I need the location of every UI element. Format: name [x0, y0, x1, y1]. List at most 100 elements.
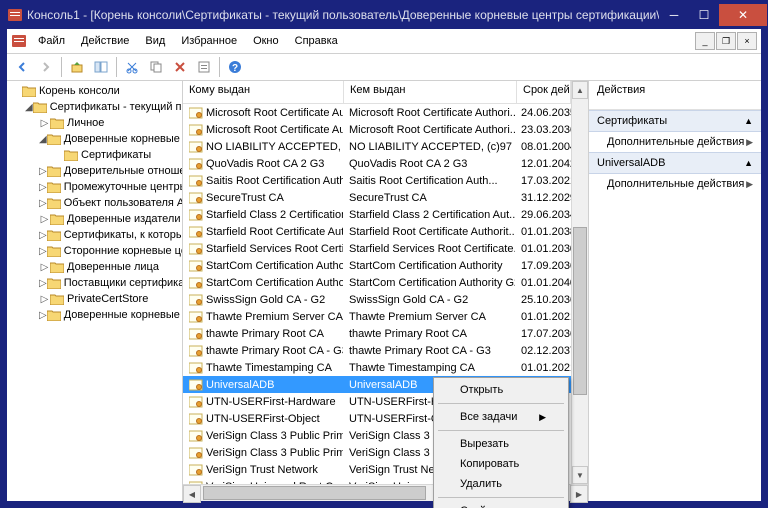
folder-icon — [47, 198, 61, 209]
scroll-right-button[interactable]: ▶ — [570, 485, 588, 503]
table-row[interactable]: Thawte Premium Server CAThawte Premium S… — [183, 308, 571, 325]
tree-item[interactable]: ▷Сторонние корневые цен — [7, 243, 182, 259]
cm-open[interactable]: Открыть — [436, 380, 566, 400]
tree-twisty[interactable]: ▷ — [39, 214, 50, 225]
table-row[interactable]: StartCom Certification Authorit...StartC… — [183, 274, 571, 291]
table-row[interactable]: Saitis Root Certification Auth...Saitis … — [183, 172, 571, 189]
cell-issued-by: thawte Primary Root CA — [343, 328, 515, 340]
tree-twisty[interactable]: ▷ — [39, 182, 47, 193]
minimize-button[interactable]: ─ — [659, 4, 689, 26]
forward-button[interactable] — [35, 56, 57, 78]
tree-item[interactable]: ◢Сертификаты - текущий пол — [7, 99, 182, 115]
menu-help[interactable]: Справка — [288, 33, 345, 49]
scroll-up-button[interactable]: ▲ — [572, 81, 588, 99]
tree-item[interactable]: ▷Доверительные отношени — [7, 163, 182, 179]
table-row[interactable]: NO LIABILITY ACCEPTED, (c)97 ...NO LIABI… — [183, 138, 571, 155]
scroll-thumb[interactable] — [573, 227, 587, 394]
tree-item[interactable]: ▷Поставщики сертификато — [7, 275, 182, 291]
show-hide-tree-button[interactable] — [90, 56, 112, 78]
tree-item[interactable]: ▷PrivateCertStore — [7, 291, 182, 307]
maximize-button[interactable]: ☐ — [689, 4, 719, 26]
mdi-close[interactable]: × — [737, 32, 757, 50]
tree-item[interactable]: ▷ Промежуточные центры — [7, 179, 182, 195]
cut-button[interactable] — [121, 56, 143, 78]
col-issued-by[interactable]: Кем выдан — [344, 81, 517, 103]
actions-more-2[interactable]: Дополнительные действия▶ — [589, 174, 761, 194]
col-expiry[interactable]: Срок действи — [517, 81, 571, 103]
tree-item[interactable]: ▷Доверенные издатели — [7, 211, 182, 227]
cm-copy[interactable]: Копировать — [436, 454, 566, 474]
tree-item[interactable]: ◢Доверенные корневые це — [7, 131, 182, 147]
app-icon — [7, 7, 23, 23]
table-row[interactable]: Microsoft Root Certificate Auth...Micros… — [183, 104, 571, 121]
tree-item[interactable]: ▷Личное — [7, 115, 182, 131]
table-row[interactable]: Starfield Services Root Certific...Starf… — [183, 240, 571, 257]
tree-twisty[interactable]: ▷ — [39, 118, 50, 129]
table-row[interactable]: Starfield Class 2 Certification A...Star… — [183, 206, 571, 223]
cell-issued-to: SecureTrust CA — [206, 192, 284, 204]
actions-section-certificates[interactable]: Сертификаты▲ — [589, 110, 761, 132]
cell-issued-by: SwissSign Gold CA - G2 — [343, 294, 515, 306]
table-row[interactable]: Thawte Timestamping CAThawte Timestampin… — [183, 359, 571, 376]
menu-favorites[interactable]: Избранное — [174, 33, 244, 49]
folder-icon — [64, 150, 78, 161]
table-row[interactable]: thawte Primary Root CAthawte Primary Roo… — [183, 325, 571, 342]
tree-twisty[interactable]: ▷ — [39, 294, 50, 305]
cell-issued-to: thawte Primary Root CA - G3 — [206, 345, 343, 357]
tree-twisty[interactable]: ▷ — [39, 262, 50, 273]
tree-twisty[interactable]: ▷ — [39, 278, 47, 289]
table-row[interactable]: StartCom Certification AuthorityStartCom… — [183, 257, 571, 274]
tree-root[interactable]: Корень консоли — [7, 83, 182, 99]
mdi-restore[interactable]: ❐ — [716, 32, 736, 50]
up-button[interactable] — [66, 56, 88, 78]
hscroll-thumb[interactable] — [203, 486, 426, 500]
cm-delete[interactable]: Удалить — [436, 474, 566, 494]
tree-twisty[interactable]: ▷ — [39, 230, 47, 241]
table-row[interactable]: Starfield Root Certificate Auth...Starfi… — [183, 223, 571, 240]
cell-issued-to: Saitis Root Certification Auth... — [206, 175, 343, 187]
close-button[interactable]: ✕ — [719, 4, 767, 26]
tree-item[interactable]: Сертификаты — [7, 147, 182, 163]
mdi-minimize[interactable]: _ — [695, 32, 715, 50]
tree-twisty[interactable]: ▷ — [39, 246, 47, 257]
back-button[interactable] — [11, 56, 33, 78]
toolbar: ? — [7, 54, 761, 81]
cm-cut[interactable]: Вырезать — [436, 434, 566, 454]
tree-item[interactable]: ▷Доверенные корневые се — [7, 307, 182, 323]
cell-issued-to: VeriSign Trust Network — [206, 464, 318, 476]
help-button[interactable]: ? — [224, 56, 246, 78]
menu-window[interactable]: Окно — [246, 33, 286, 49]
table-row[interactable]: Microsoft Root Certificate Auth...Micros… — [183, 121, 571, 138]
menu-view[interactable]: Вид — [138, 33, 172, 49]
tree-twisty[interactable]: ▷ — [39, 166, 47, 177]
delete-button[interactable] — [169, 56, 191, 78]
table-row[interactable]: SecureTrust CASecureTrust CA31.12.2029 — [183, 189, 571, 206]
properties-button[interactable] — [193, 56, 215, 78]
table-row[interactable]: SwissSign Gold CA - G2SwissSign Gold CA … — [183, 291, 571, 308]
actions-section-selected[interactable]: UniversalADB▲ — [589, 152, 761, 174]
tree-item[interactable]: ▷Объект пользователя Act — [7, 195, 182, 211]
tree-twisty[interactable]: ▷ — [39, 198, 47, 209]
folder-icon — [47, 230, 61, 241]
tree-twisty[interactable]: ◢ — [25, 102, 33, 113]
tree-item[interactable]: ▷Сертификаты, к которым — [7, 227, 182, 243]
tree-item[interactable]: ▷Доверенные лица — [7, 259, 182, 275]
cm-all-tasks[interactable]: Все задачи▶ — [436, 407, 566, 427]
tree-twisty[interactable]: ◢ — [39, 134, 47, 145]
scroll-left-button[interactable]: ◀ — [183, 485, 201, 503]
copy-button[interactable] — [145, 56, 167, 78]
tree-item-label: Промежуточные центры — [64, 181, 183, 193]
menu-file[interactable]: Файл — [31, 33, 72, 49]
cm-properties[interactable]: Свойства — [436, 501, 566, 508]
tree-pane[interactable]: Корень консоли ◢Сертификаты - текущий по… — [7, 81, 183, 501]
titlebar[interactable]: Консоль1 - [Корень консоли\Сертификаты -… — [1, 1, 767, 29]
scroll-down-button[interactable]: ▼ — [572, 466, 588, 484]
table-row[interactable]: thawte Primary Root CA - G3thawte Primar… — [183, 342, 571, 359]
col-issued-to[interactable]: Кому выдан — [183, 81, 344, 103]
collapse-icon: ▲ — [744, 116, 753, 126]
actions-more-1[interactable]: Дополнительные действия▶ — [589, 132, 761, 152]
vertical-scrollbar[interactable]: ▲ ▼ — [571, 81, 588, 484]
table-row[interactable]: QuoVadis Root CA 2 G3QuoVadis Root CA 2 … — [183, 155, 571, 172]
menu-action[interactable]: Действие — [74, 33, 136, 49]
tree-twisty[interactable]: ▷ — [39, 310, 47, 321]
